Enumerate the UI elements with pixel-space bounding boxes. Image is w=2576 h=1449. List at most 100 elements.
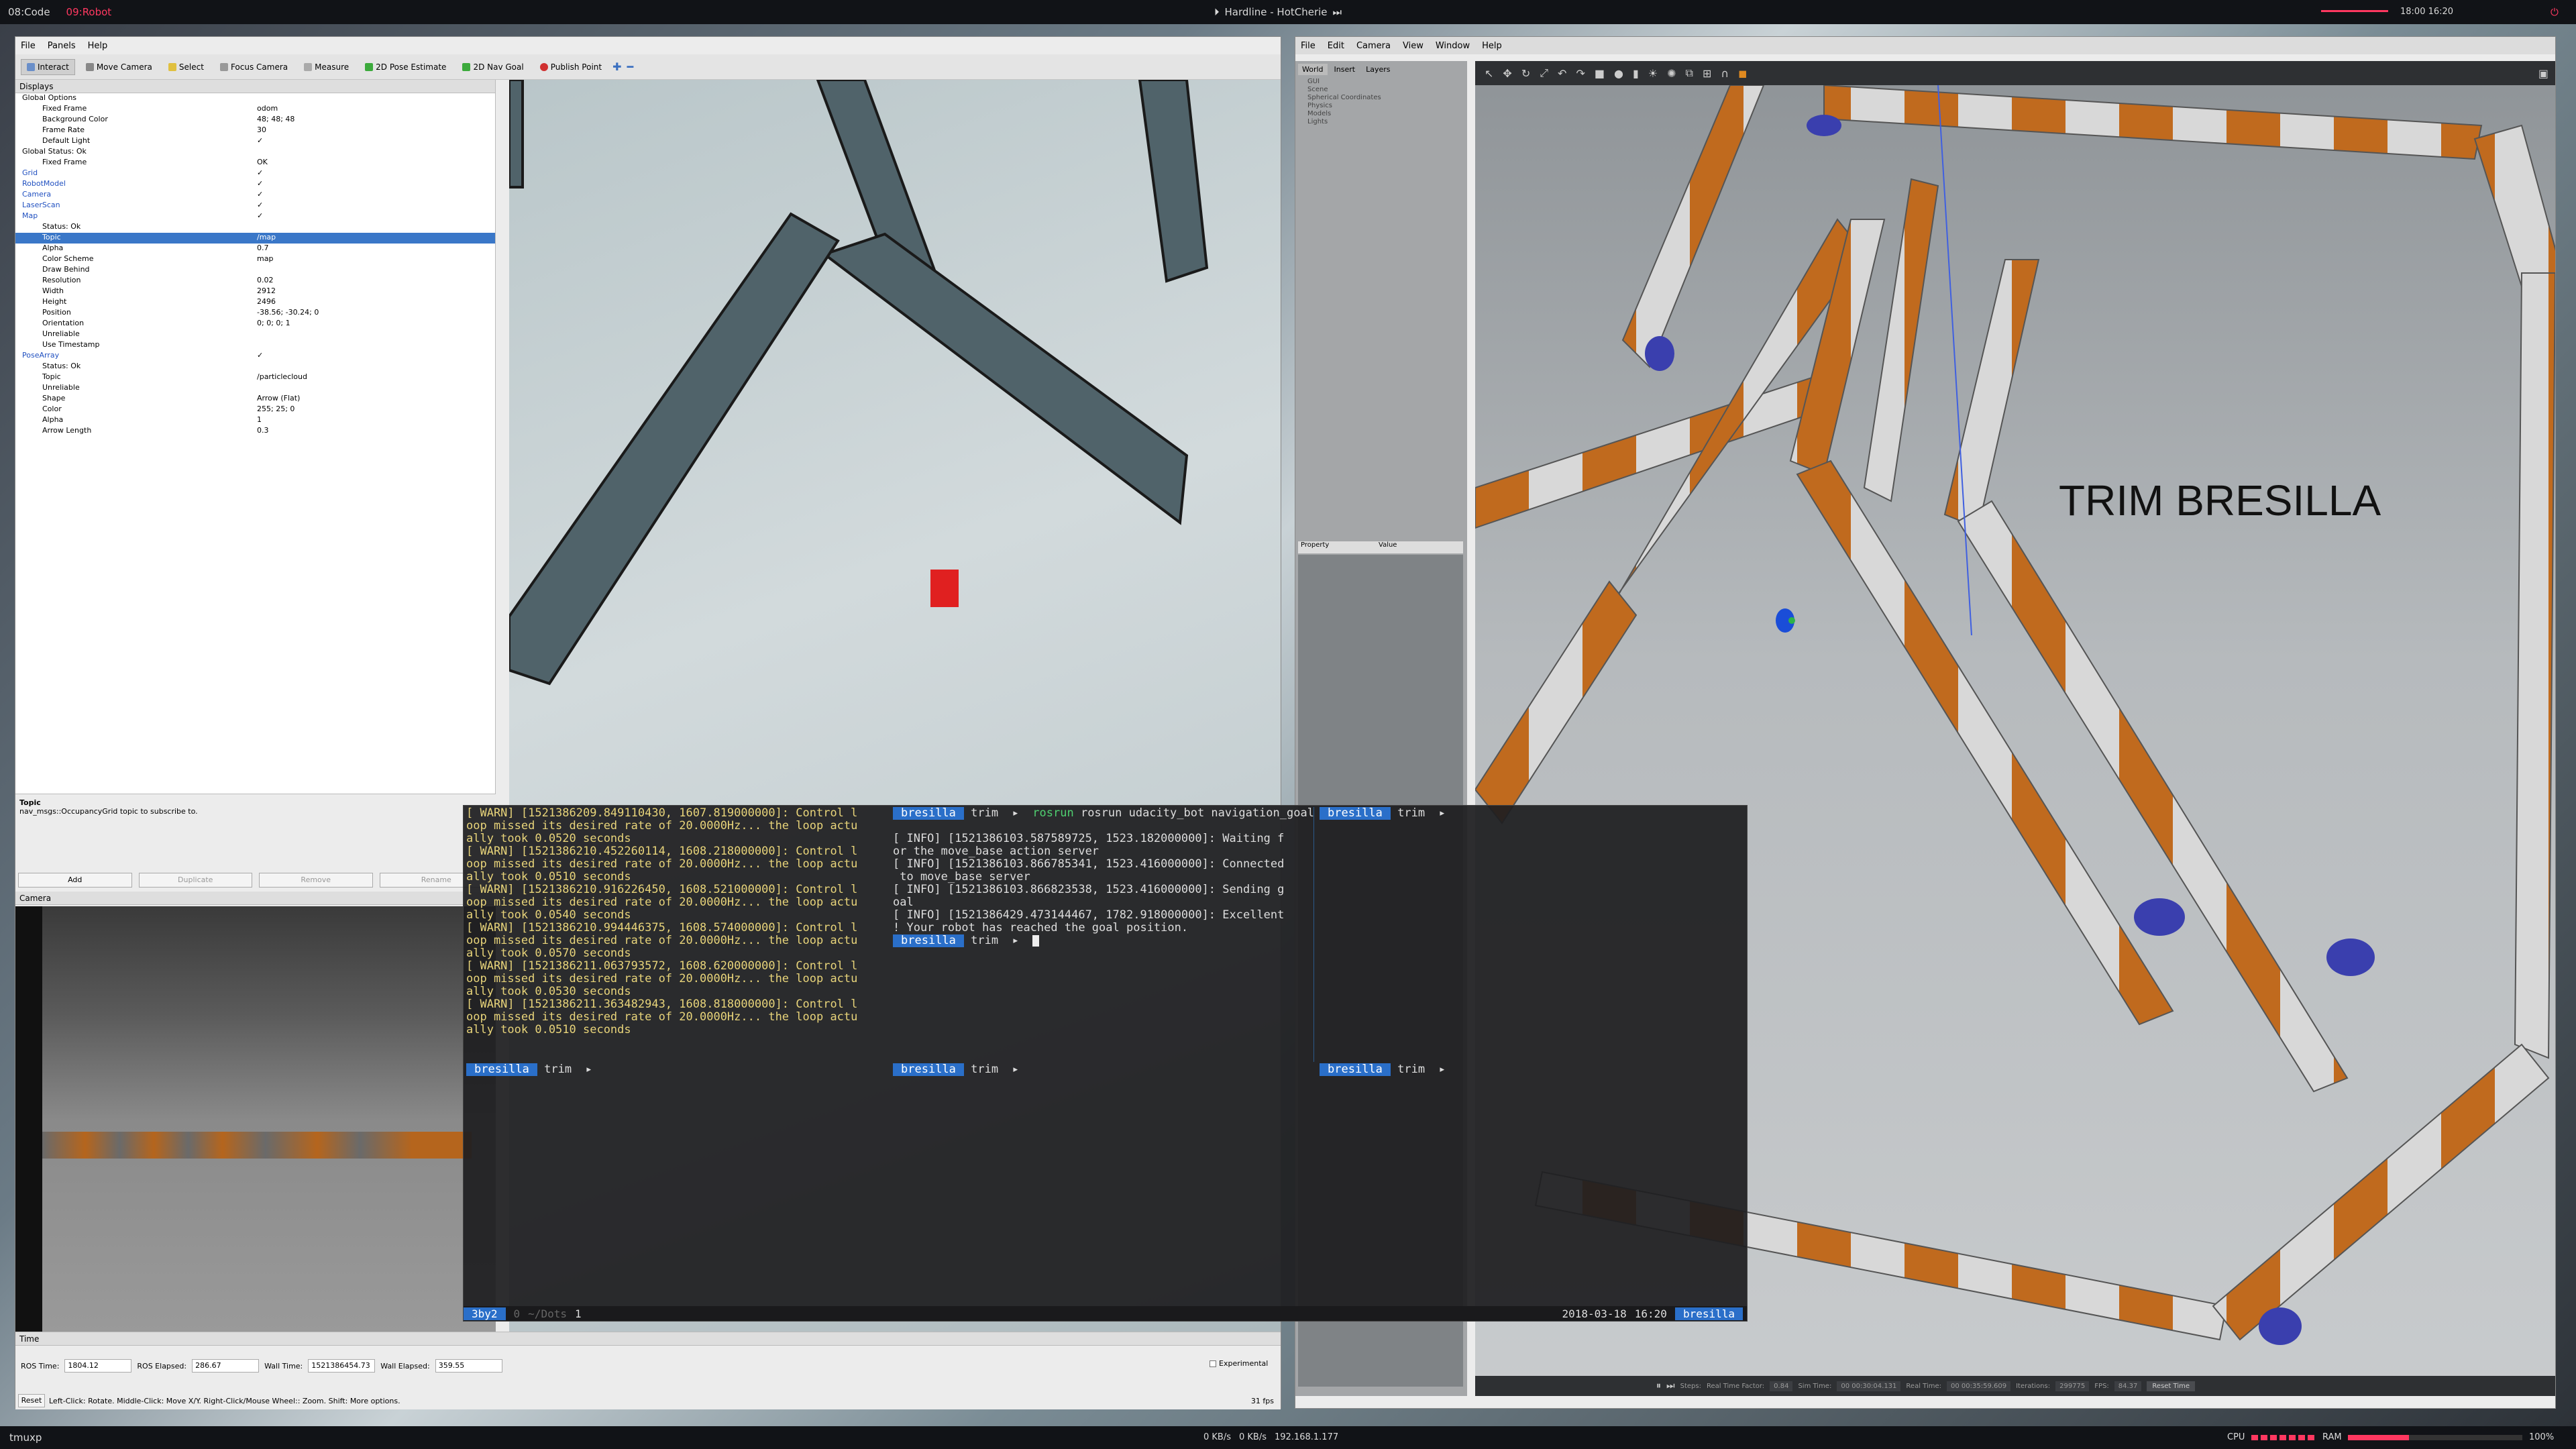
bottom-app[interactable]: tmuxp [9, 1426, 42, 1449]
display-value[interactable]: ✓ [257, 179, 263, 188]
gz-menu-help[interactable]: Help [1482, 41, 1502, 51]
display-row[interactable]: Fixed Frame OK [15, 158, 495, 168]
display-row[interactable]: Color Scheme map [15, 254, 495, 265]
display-row[interactable]: Camera ✓ [15, 190, 495, 201]
pane-bottom-middle[interactable]: bresilla trim ▸ [893, 1063, 1314, 1305]
remove-button[interactable]: Remove [259, 873, 373, 888]
display-row[interactable]: Unreliable [15, 383, 495, 394]
gz-tree-gui[interactable]: GUI [1307, 78, 1467, 86]
display-row[interactable]: Alpha 1 [15, 415, 495, 426]
display-row[interactable]: Position -38.56; -30.24; 0 [15, 308, 495, 319]
menu-panels[interactable]: Panels [48, 41, 76, 51]
add-button[interactable]: Add [18, 873, 132, 888]
sun-icon[interactable]: ☀ [1648, 67, 1658, 80]
gz-tree-spherical[interactable]: Spherical Coordinates [1307, 94, 1467, 102]
display-row[interactable]: Draw Behind [15, 265, 495, 276]
gz-tree-models[interactable]: Models [1307, 110, 1467, 118]
publish-point-tool[interactable]: Publish Point [535, 60, 607, 74]
tmux-tab-dots[interactable]: ~/Dots [528, 1307, 567, 1320]
menu-file[interactable]: File [21, 41, 36, 51]
display-value[interactable]: ✓ [257, 211, 263, 220]
next-icon[interactable]: ⏭ [1333, 6, 1342, 18]
measure-tool[interactable]: Measure [299, 60, 354, 74]
copy-icon[interactable]: ⧉ [1686, 66, 1693, 80]
gz-menu-edit[interactable]: Edit [1328, 41, 1344, 51]
gz-reset-time-button[interactable]: Reset Time [2147, 1381, 2196, 1391]
display-row[interactable]: Unreliable [15, 329, 495, 340]
translate-icon[interactable]: ✥ [1503, 67, 1511, 80]
gz-tab-insert[interactable]: Insert [1330, 64, 1360, 75]
display-value[interactable]: -38.56; -30.24; 0 [257, 308, 319, 317]
display-row[interactable]: Map ✓ [15, 211, 495, 222]
display-row[interactable]: Resolution 0.02 [15, 276, 495, 286]
display-row[interactable]: Grid ✓ [15, 168, 495, 179]
gz-tab-layers[interactable]: Layers [1362, 64, 1394, 75]
display-value[interactable]: ✓ [257, 201, 263, 209]
display-row[interactable]: Frame Rate 30 [15, 125, 495, 136]
focus-camera-tool[interactable]: Focus Camera [215, 60, 293, 74]
light-icon[interactable]: ✺ [1667, 67, 1676, 80]
display-value[interactable]: 0.02 [257, 276, 274, 284]
pose-estimate-tool[interactable]: 2D Pose Estimate [360, 60, 451, 74]
display-row[interactable]: Width 2912 [15, 286, 495, 297]
cylinder-icon[interactable]: ▮ [1633, 67, 1639, 80]
duplicate-button[interactable]: Duplicate [138, 873, 252, 888]
display-value[interactable]: Arrow (Flat) [257, 394, 300, 402]
display-row[interactable]: Background Color 48; 48; 48 [15, 115, 495, 125]
nav-goal-tool[interactable]: 2D Nav Goal [457, 60, 529, 74]
gz-menu-window[interactable]: Window [1436, 41, 1470, 51]
pane-left[interactable]: [ WARN] [1521386209.849110430, 1607.8190… [466, 807, 888, 1062]
experimental-checkbox[interactable]: Experimental [1210, 1359, 1268, 1368]
gz-menu-camera[interactable]: Camera [1356, 41, 1391, 51]
wall-time-field[interactable]: 1521386454.73 [308, 1359, 376, 1373]
align-icon[interactable]: ⊞ [1703, 67, 1711, 80]
pause-icon[interactable]: ⏸ [1656, 1381, 1661, 1391]
display-row[interactable]: Topic/particlecloud [15, 372, 495, 383]
volume-bar[interactable] [2321, 10, 2388, 12]
screenshot-icon[interactable]: ▣ [2538, 67, 2548, 80]
undo-icon[interactable]: ↶ [1558, 67, 1566, 80]
display-value[interactable]: ✓ [257, 351, 263, 360]
tmux-tab-0[interactable]: 0 [514, 1307, 521, 1320]
pane-bottom-left[interactable]: bresilla trim ▸ [466, 1063, 888, 1305]
menu-help[interactable]: Help [88, 41, 108, 51]
display-value[interactable]: 1 [257, 415, 262, 424]
gz-tree-lights[interactable]: Lights [1307, 118, 1467, 126]
move-camera-tool[interactable]: Move Camera [80, 60, 158, 74]
pointer-icon[interactable]: ↖ [1485, 67, 1493, 80]
display-row[interactable]: Global Options [15, 93, 495, 104]
display-row[interactable]: Default Light ✓ [15, 136, 495, 147]
box-icon[interactable]: ■ [1595, 67, 1605, 80]
wall-elapsed-field[interactable]: 359.55 [435, 1359, 502, 1373]
display-row[interactable]: Alpha 0.7 [15, 244, 495, 254]
pane-middle[interactable]: bresilla trim ▸ rosrun rosrun udacity_bo… [893, 807, 1314, 1062]
gz-tab-world[interactable]: World [1298, 64, 1328, 75]
interact-tool[interactable]: Interact [21, 58, 75, 75]
pane-bottom-right[interactable]: bresilla trim ▸ [1320, 1063, 1746, 1305]
display-value[interactable]: ✓ [257, 136, 263, 145]
gz-tree-scene[interactable]: Scene [1307, 86, 1467, 94]
display-row[interactable]: Arrow Length 0.3 [15, 426, 495, 437]
display-value[interactable]: 48; 48; 48 [257, 115, 294, 123]
reset-button[interactable]: Reset [18, 1394, 45, 1407]
display-value[interactable]: 0; 0; 0; 1 [257, 319, 290, 327]
display-value[interactable]: /map [257, 233, 276, 241]
display-row[interactable]: Global Status: Ok [15, 147, 495, 158]
workspace-robot[interactable]: 09:Robot [58, 0, 120, 24]
magnet-icon[interactable]: ∩ [1721, 67, 1729, 80]
redo-icon[interactable]: ↷ [1576, 67, 1585, 80]
display-value[interactable]: 30 [257, 125, 266, 134]
display-row[interactable]: Color 255; 25; 0 [15, 405, 495, 415]
display-row[interactable]: Height 2496 [15, 297, 495, 308]
display-value[interactable]: 0.7 [257, 244, 269, 252]
display-value[interactable]: 0.3 [257, 426, 269, 435]
workspace-code[interactable]: 08:Code [0, 0, 58, 24]
add-tool-icon[interactable]: ✚ [612, 60, 621, 73]
display-value[interactable]: ✓ [257, 190, 263, 199]
display-row[interactable]: Fixed Frame odom [15, 104, 495, 115]
display-row[interactable]: Status: Ok [15, 362, 495, 372]
tmux-tab-1[interactable]: 1 [575, 1307, 582, 1320]
pane-right[interactable]: bresilla trim ▸ [1320, 807, 1746, 1062]
select-tool[interactable]: Select [163, 60, 209, 74]
display-value[interactable]: 255; 25; 0 [257, 405, 294, 413]
